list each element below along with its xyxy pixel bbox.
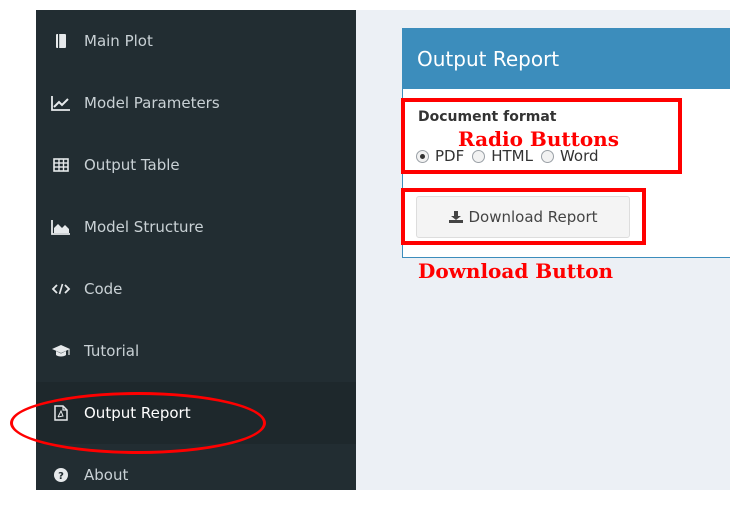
sidebar-item-model-parameters[interactable]: Model Parameters <box>36 72 356 134</box>
code-icon <box>50 280 72 298</box>
sidebar-item-label: About <box>84 466 129 484</box>
sidebar-item-about[interactable]: ? About <box>36 444 356 506</box>
sidebar-item-tutorial[interactable]: Tutorial <box>36 320 356 382</box>
sidebar-item-label: Model Structure <box>84 218 204 236</box>
sidebar-item-main-plot[interactable]: Main Plot <box>36 10 356 72</box>
sidebar-item-label: Main Plot <box>84 32 153 50</box>
sidebar-item-label: Model Parameters <box>84 94 220 112</box>
output-report-highlight-ellipse <box>10 392 266 454</box>
sidebar-item-label: Code <box>84 280 123 298</box>
svg-text:?: ? <box>58 471 64 482</box>
sidebar-item-label: Output Table <box>84 156 180 174</box>
table-icon <box>50 156 72 174</box>
area-chart-icon <box>50 218 72 236</box>
download-button-highlight-box <box>401 188 646 245</box>
download-button-annotation: Download Button <box>418 259 614 283</box>
sidebar-item-model-structure[interactable]: Model Structure <box>36 196 356 258</box>
box-title: Output Report <box>403 29 730 89</box>
radio-buttons-annotation: Radio Buttons <box>458 127 619 151</box>
question-circle-icon: ? <box>50 466 72 484</box>
sidebar-item-label: Tutorial <box>84 342 140 360</box>
page: Main Plot Model Parameters Output Table … <box>0 0 730 517</box>
line-chart-icon <box>50 94 72 112</box>
book-icon <box>50 32 72 50</box>
sidebar-item-code[interactable]: Code <box>36 258 356 320</box>
sidebar-item-output-table[interactable]: Output Table <box>36 134 356 196</box>
graduation-cap-icon <box>50 342 72 360</box>
